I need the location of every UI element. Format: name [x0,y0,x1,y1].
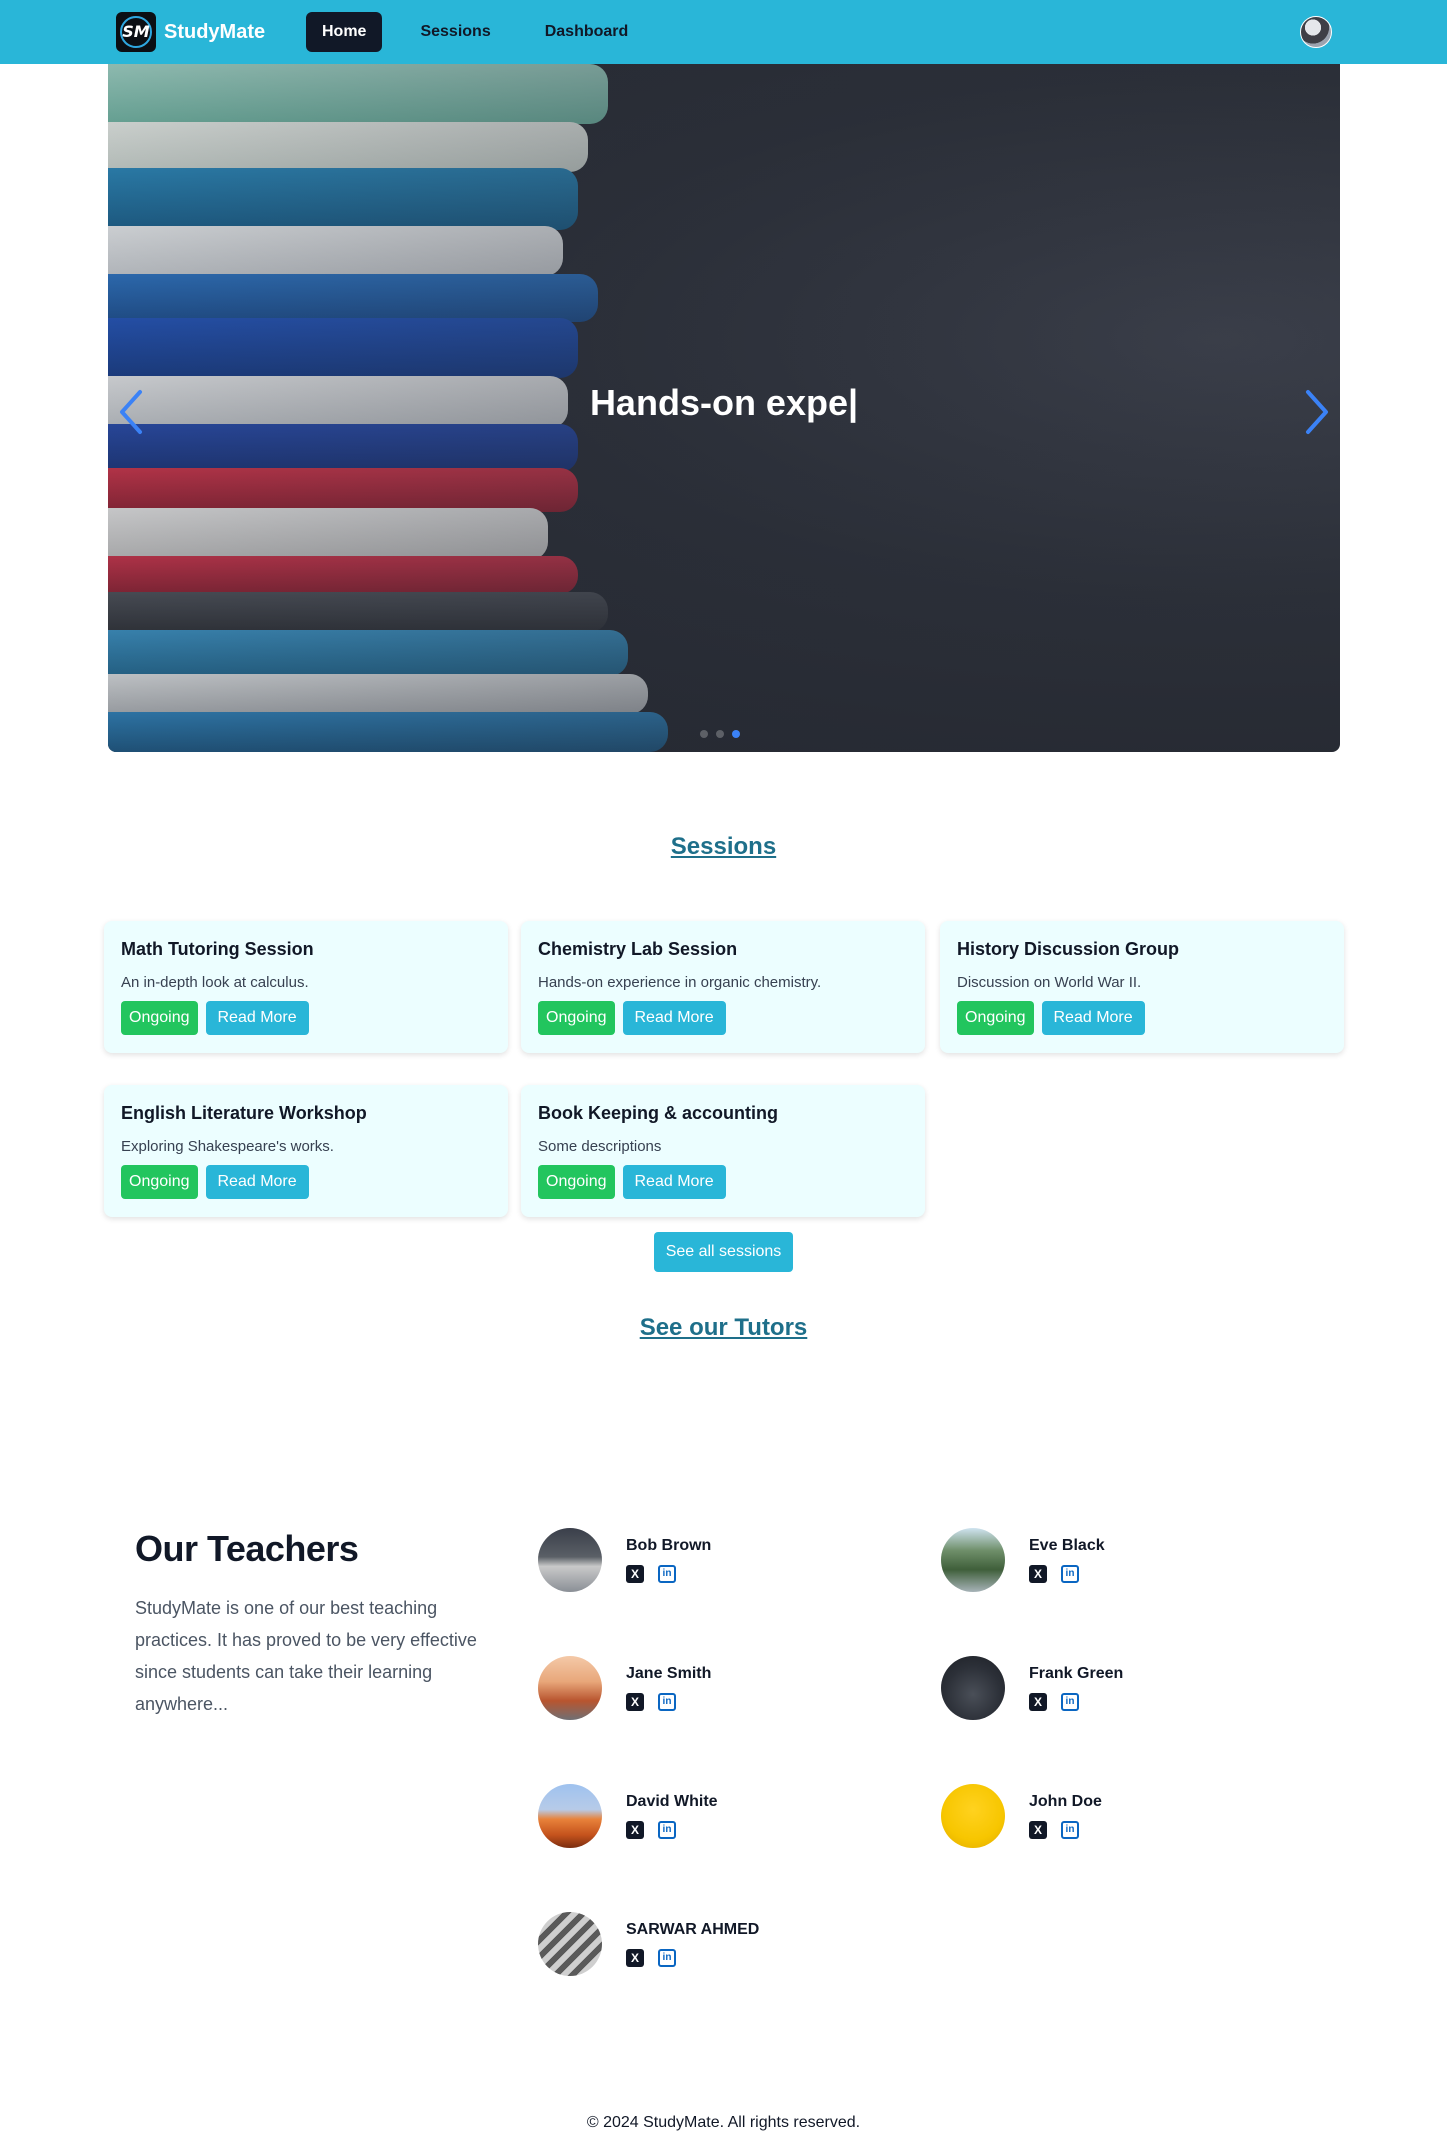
teacher-photo [538,1656,602,1720]
brand-name: StudyMate [164,20,266,43]
teacher-name: Bob Brown [626,1537,712,1554]
x-twitter-icon[interactable]: X [1029,1565,1047,1583]
see-all-sessions-button[interactable]: See all sessions [654,1232,793,1272]
session-title: Book Keeping & accounting [538,1103,779,1123]
carousel-dot-1[interactable] [700,730,708,738]
hero-typing-text: Hands-on expe| [589,382,859,423]
footer-copyright: © 2024 StudyMate. All rights reserved. [586,2114,861,2131]
session-card: Book Keeping & accounting Some descripti… [521,1085,925,1217]
teachers-description: StudyMate is one of our best teaching pr… [135,1598,477,1714]
session-description: Some descriptions [538,1138,662,1155]
status-badge: Ongoing [121,1001,198,1035]
session-description: An in-depth look at calculus. [121,974,309,991]
linkedin-icon[interactable]: in [658,1821,676,1839]
see-our-tutors-link[interactable]: See our Tutors [0,1314,1447,1342]
x-twitter-icon[interactable]: X [626,1949,644,1967]
teachers-heading: Our Teachers [135,1528,359,1569]
status-badge: Ongoing [121,1165,198,1199]
linkedin-icon[interactable]: in [658,1693,676,1711]
read-more-button[interactable]: Read More [622,1001,726,1035]
session-description: Hands-on experience in organic chemistry… [538,974,822,991]
nav-sessions-link[interactable]: Sessions [404,12,506,52]
session-title: Math Tutoring Session [121,939,314,959]
session-card: Chemistry Lab Session Hands-on experienc… [521,921,925,1053]
carousel-prev-arrow-icon[interactable] [114,382,154,442]
teacher-photo [538,1784,602,1848]
carousel-next-arrow-icon[interactable] [1294,382,1334,442]
read-more-button[interactable]: Read More [205,1165,309,1199]
teacher-name: David White [626,1793,718,1810]
teacher-card: Jane Smith X in [538,1656,711,1720]
studymate-logo-icon: SM [116,12,156,52]
sessions-section-title[interactable]: Sessions [0,833,1447,861]
session-description: Exploring Shakespeare's works. [121,1138,334,1155]
teacher-name: Jane Smith [626,1665,712,1682]
teacher-card: John Doe X in [941,1784,1102,1848]
teacher-name: Frank Green [1029,1665,1124,1682]
session-card: History Discussion Group Discussion on W… [940,921,1344,1053]
teacher-photo [941,1656,1005,1720]
x-twitter-icon[interactable]: X [626,1821,644,1839]
teacher-name: SARWAR AHMED [626,1921,760,1938]
linkedin-icon[interactable]: in [658,1565,676,1583]
navbar: SM StudyMate Home Sessions Dashboard [0,0,1447,64]
carousel-dot-2[interactable] [716,730,724,738]
nav-dashboard-link[interactable]: Dashboard [529,12,645,52]
teacher-name: John Doe [1029,1793,1102,1810]
linkedin-icon[interactable]: in [1061,1821,1079,1839]
carousel-dot-3[interactable] [732,730,740,738]
linkedin-icon[interactable]: in [658,1949,676,1967]
teacher-card: SARWAR AHMED X in [538,1912,759,1976]
linkedin-icon[interactable]: in [1061,1565,1079,1583]
carousel-pagination [700,730,740,738]
linkedin-icon[interactable]: in [1061,1693,1079,1711]
session-card: Math Tutoring Session An in-depth look a… [104,921,508,1053]
x-twitter-icon[interactable]: X [626,1565,644,1583]
session-card: English Literature Workshop Exploring Sh… [104,1085,508,1217]
session-title: History Discussion Group [957,939,1180,959]
teacher-name: Eve Black [1029,1537,1105,1554]
read-more-button[interactable]: Read More [622,1165,726,1199]
nav-links: Home Sessions Dashboard [306,12,644,52]
status-badge: Ongoing [957,1001,1034,1035]
teacher-card: Bob Brown X in [538,1528,711,1592]
x-twitter-icon[interactable]: X [1029,1821,1047,1839]
brand[interactable]: SM StudyMate [116,12,265,52]
x-twitter-icon[interactable]: X [626,1693,644,1711]
teacher-card: Frank Green X in [941,1656,1123,1720]
hero-carousel: Hands-on expe| [108,64,1340,752]
x-twitter-icon[interactable]: X [1029,1693,1047,1711]
status-badge: Ongoing [538,1165,615,1199]
teacher-photo [538,1528,602,1592]
user-avatar[interactable] [1300,16,1332,48]
teacher-photo [941,1528,1005,1592]
teacher-photo [538,1912,602,1976]
nav-home-link[interactable]: Home [306,12,383,52]
session-title: English Literature Workshop [121,1103,367,1123]
teacher-card: Eve Black X in [941,1528,1105,1592]
read-more-button[interactable]: Read More [1041,1001,1145,1035]
session-description: Discussion on World War II. [957,974,1142,991]
teacher-card: David White X in [538,1784,718,1848]
read-more-button[interactable]: Read More [205,1001,309,1035]
teacher-photo [941,1784,1005,1848]
session-title: Chemistry Lab Session [538,939,738,959]
status-badge: Ongoing [538,1001,615,1035]
